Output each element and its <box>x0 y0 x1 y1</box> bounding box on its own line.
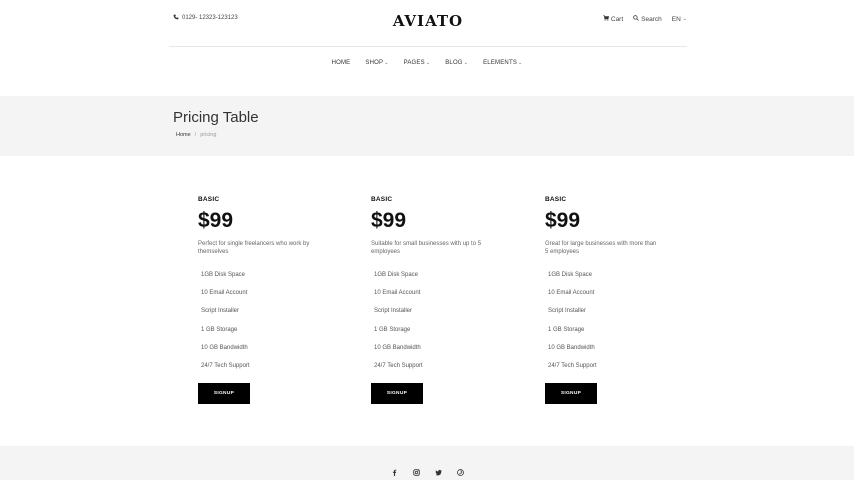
nav-item-label: BLOG <box>445 60 463 66</box>
cart-label: Cart <box>610 15 624 23</box>
plan-name: BASIC <box>371 196 393 203</box>
nav-item-label: SHOP <box>365 60 384 66</box>
page-header: Pricing Table Home / pricing <box>0 96 854 156</box>
facebook-icon[interactable] <box>390 468 399 477</box>
pricing-plan-1: BASIC $99 Perfect for single freelancers… <box>198 196 348 405</box>
signup-button[interactable]: SIGNUP <box>545 383 597 405</box>
header-tools: Cart Search EN ⌄ <box>603 15 687 23</box>
chevron-down-icon: ⌄ <box>463 60 469 66</box>
nav-item-home[interactable]: HOME <box>332 60 351 66</box>
nav-item-elements[interactable]: ELEMENTS ⌄ <box>483 60 522 66</box>
language-label: EN <box>671 15 681 23</box>
plan-feature: 10 Email Account <box>201 290 248 297</box>
page-title: Pricing Table <box>173 109 259 126</box>
phone-icon <box>173 14 179 22</box>
plan-feature: 1 GB Storage <box>201 326 238 333</box>
plan-price: $99 <box>545 209 581 232</box>
social-links <box>0 468 854 477</box>
nav-item-label: PAGES <box>403 60 425 66</box>
pinterest-icon[interactable] <box>456 468 465 477</box>
breadcrumb-current: pricing <box>200 132 217 138</box>
plan-feature: Script Installer <box>374 308 413 315</box>
search-icon <box>633 15 639 23</box>
search-link[interactable]: Search <box>633 15 662 23</box>
cart-link[interactable]: Cart <box>603 15 623 23</box>
plan-feature: 10 Email Account <box>548 290 595 297</box>
plan-features: 1GB Disk Space 10 Email Account Script I… <box>374 272 521 381</box>
plan-description: Great for large businesses with more tha… <box>545 241 657 255</box>
nav-item-shop[interactable]: SHOP ⌄ <box>365 60 388 66</box>
pricing-plan-2: BASIC $99 Suitable for small businesses … <box>371 196 521 405</box>
footer <box>0 446 854 480</box>
chevron-down-icon: ⌄ <box>384 60 389 66</box>
plan-feature: 1GB Disk Space <box>201 272 246 278</box>
plan-name: BASIC <box>198 196 220 203</box>
nav-item-blog[interactable]: BLOG ⌄ <box>445 60 468 66</box>
chevron-down-icon: ⌄ <box>682 16 687 22</box>
breadcrumb-home-link[interactable]: Home <box>176 132 191 138</box>
main-nav: HOME SHOP ⌄ PAGES ⌄ BLOG ⌄ ELEMENTS ⌄ <box>0 60 854 66</box>
top-bar: 0129- 12323-123123 AVIATO Cart Search EN… <box>0 0 854 47</box>
plan-feature: 24/7 Tech Support <box>548 362 597 369</box>
signup-button[interactable]: SIGNUP <box>371 383 423 405</box>
plan-features: 1GB Disk Space 10 Email Account Script I… <box>201 272 348 381</box>
breadcrumb-separator: / <box>194 132 197 138</box>
plan-feature: Script Installer <box>201 308 240 315</box>
plan-price: $99 <box>371 209 407 232</box>
plan-feature: 1 GB Storage <box>548 326 585 333</box>
instagram-icon[interactable] <box>412 468 421 477</box>
plan-price: $99 <box>198 209 234 232</box>
plan-feature: 24/7 Tech Support <box>374 362 423 369</box>
cart-icon <box>603 15 609 23</box>
chevron-down-icon: ⌄ <box>425 60 431 66</box>
plan-feature: 1GB Disk Space <box>548 272 593 278</box>
plan-feature: 1 GB Storage <box>374 326 411 333</box>
nav-item-pages[interactable]: PAGES ⌄ <box>404 60 431 66</box>
plan-description: Suitable for small businesses with up to… <box>371 241 482 255</box>
plan-description: Perfect for single freelancers who work … <box>198 241 310 255</box>
chevron-down-icon: ⌄ <box>518 60 523 66</box>
plan-feature: 1GB Disk Space <box>374 272 419 278</box>
search-label: Search <box>641 15 662 23</box>
pricing-plan-3: BASIC $99 Great for large businesses wit… <box>545 196 695 405</box>
nav-item-label: HOME <box>331 60 351 66</box>
language-selector[interactable]: EN ⌄ <box>672 16 687 23</box>
plan-feature: 10 GB Bandwidth <box>374 344 421 351</box>
plan-feature: 24/7 Tech Support <box>201 362 250 369</box>
top-bar-inner: 0129- 12323-123123 AVIATO Cart Search EN… <box>169 0 687 47</box>
plan-name: BASIC <box>545 196 567 203</box>
plan-features: 1GB Disk Space 10 Email Account Script I… <box>548 272 695 381</box>
plan-feature: 10 GB Bandwidth <box>548 344 595 351</box>
signup-button[interactable]: SIGNUP <box>198 383 250 405</box>
plan-feature: 10 GB Bandwidth <box>201 344 248 351</box>
phone-contact: 0129- 12323-123123 <box>173 14 238 22</box>
twitter-icon[interactable] <box>434 468 443 477</box>
plan-feature: 10 Email Account <box>374 290 421 297</box>
breadcrumb: Home / pricing <box>176 132 216 138</box>
plan-feature: Script Installer <box>548 308 587 315</box>
nav-item-label: ELEMENTS <box>483 60 518 66</box>
site-logo[interactable]: AVIATO <box>393 12 463 30</box>
phone-number: 0129- 12323-123123 <box>182 15 238 21</box>
